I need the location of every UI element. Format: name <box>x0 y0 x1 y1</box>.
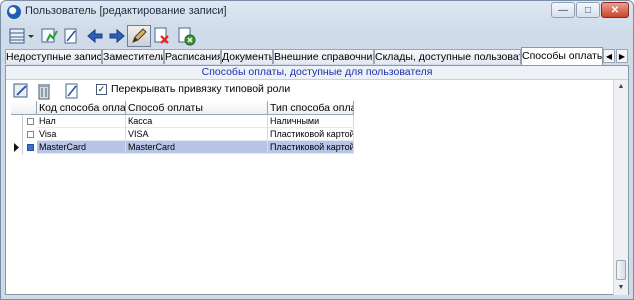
column-header-code[interactable]: Код способа оплаты <box>37 101 126 115</box>
edit-document-icon <box>64 28 77 44</box>
maximize-button[interactable]: □ <box>576 2 600 18</box>
payment-methods-panel: Способы оплаты, доступные для пользовате… <box>5 65 629 295</box>
tab-external-references[interactable]: Внешние справочники <box>273 49 374 64</box>
row-indicator <box>11 128 23 141</box>
grid-settings-button[interactable] <box>7 25 37 47</box>
tabs-scroll-right-button[interactable]: ▶ <box>616 49 628 63</box>
edit-document-button[interactable] <box>61 25 81 47</box>
column-header-type[interactable]: Тип способа оплаты <box>268 101 354 115</box>
cell-type: Пластиковой картой <box>268 141 354 154</box>
delete-record-button[interactable] <box>151 25 173 47</box>
row-checkbox[interactable] <box>27 131 34 138</box>
row-checkbox[interactable] <box>27 144 34 151</box>
tab-schedules[interactable]: Расписания <box>164 49 221 64</box>
current-row-arrow-icon <box>14 143 19 152</box>
table-row[interactable]: Нал Касса Наличными <box>11 115 354 128</box>
minimize-button[interactable]: — <box>551 2 575 18</box>
grid-header-row: Код способа оплаты Способ оплаты Тип спо… <box>11 101 354 115</box>
tab-strip: Недоступные записи Заместители Расписани… <box>5 47 629 65</box>
app-icon <box>7 5 21 19</box>
table-row[interactable]: MasterCard MasterCard Пластиковой картой <box>11 141 354 154</box>
cell-code: Нал <box>37 115 126 128</box>
cell-type: Наличными <box>268 115 354 128</box>
previous-record-button[interactable] <box>85 25 105 47</box>
override-role-checkbox[interactable]: ✓ <box>96 84 107 95</box>
cell-code: Visa <box>37 128 126 141</box>
column-header-name[interactable]: Способ оплаты <box>126 101 268 115</box>
pen-icon <box>132 28 147 43</box>
edit-user-window: Пользователь [редактирование записи] — □… <box>0 0 634 300</box>
trash-icon <box>38 84 50 100</box>
tab-deputies[interactable]: Заместители <box>102 49 164 64</box>
grid-header-spacer <box>11 101 37 115</box>
refresh-list-button[interactable] <box>62 81 82 101</box>
next-record-button[interactable] <box>107 25 127 47</box>
tabs-scroll-left-button[interactable]: ◀ <box>603 49 615 63</box>
arrow-right-icon <box>109 28 125 44</box>
row-indicator <box>11 141 23 154</box>
scroll-down-icon[interactable]: ▼ <box>615 282 627 294</box>
cell-type: Пластиковой картой <box>268 128 354 141</box>
delete-item-button[interactable] <box>34 81 54 101</box>
cell-name: VISA <box>126 128 268 141</box>
tab-documents[interactable]: Документы <box>221 49 273 64</box>
arrow-left-icon <box>87 28 103 44</box>
cell-code: MasterCard <box>37 141 126 154</box>
close-record-button[interactable] <box>175 25 197 47</box>
cell-name: MasterCard <box>126 141 268 154</box>
vertical-scrollbar[interactable]: ▲ ▼ <box>613 80 628 295</box>
save-button[interactable] <box>39 25 59 47</box>
close-document-icon <box>178 27 196 46</box>
table-row[interactable]: Visa VISA Пластиковой картой <box>11 128 354 141</box>
row-indicator <box>11 115 23 128</box>
section-header: Способы оплаты, доступные для пользовате… <box>6 66 628 80</box>
edit-list-button[interactable] <box>10 81 32 101</box>
cell-name: Касса <box>126 115 268 128</box>
title-bar: Пользователь [редактирование записи] — □… <box>1 1 633 23</box>
window-title: Пользователь [редактирование записи] <box>25 5 227 17</box>
edit-document-icon <box>65 83 78 99</box>
save-icon <box>41 28 58 43</box>
override-role-label: Перекрывать привязку типовой роли <box>111 83 291 95</box>
tab-unavailable-records[interactable]: Недоступные записи <box>5 49 102 64</box>
toolbar <box>5 24 629 48</box>
scroll-up-icon[interactable]: ▲ <box>615 81 627 93</box>
edit-list-icon <box>13 83 28 98</box>
edit-mode-button[interactable] <box>127 25 151 47</box>
tab-payment-methods[interactable]: Способы оплаты <box>521 47 603 65</box>
scroll-thumb[interactable] <box>616 260 626 280</box>
delete-icon <box>154 27 169 44</box>
grid-settings-icon <box>9 28 34 44</box>
tab-warehouses[interactable]: Склады, доступные пользователю <box>374 49 521 64</box>
close-button[interactable]: ✕ <box>601 2 629 18</box>
row-checkbox[interactable] <box>27 118 34 125</box>
